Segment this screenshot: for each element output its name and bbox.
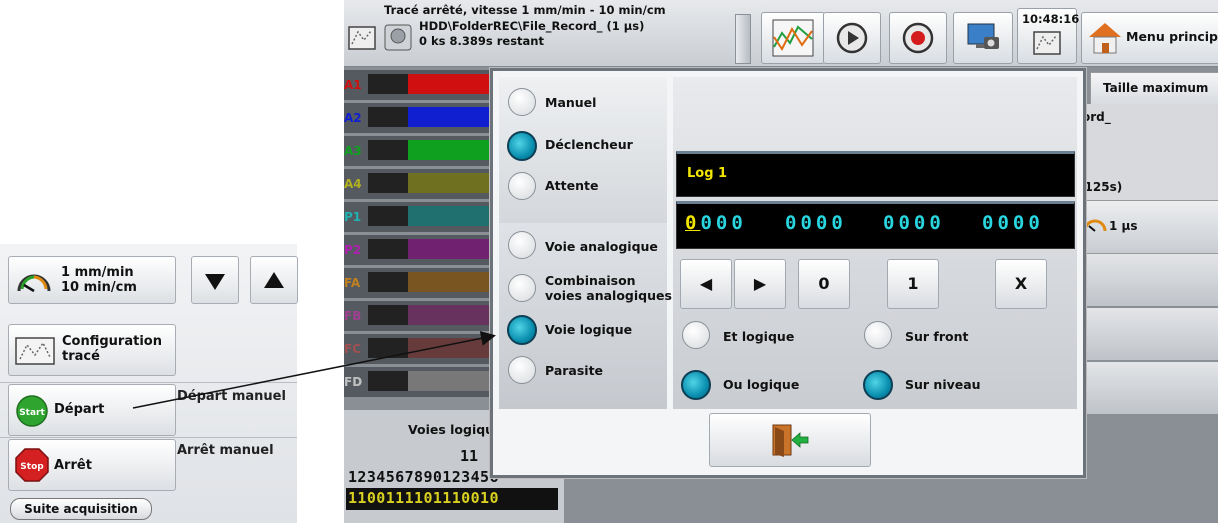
callout-arrow	[132, 330, 496, 409]
